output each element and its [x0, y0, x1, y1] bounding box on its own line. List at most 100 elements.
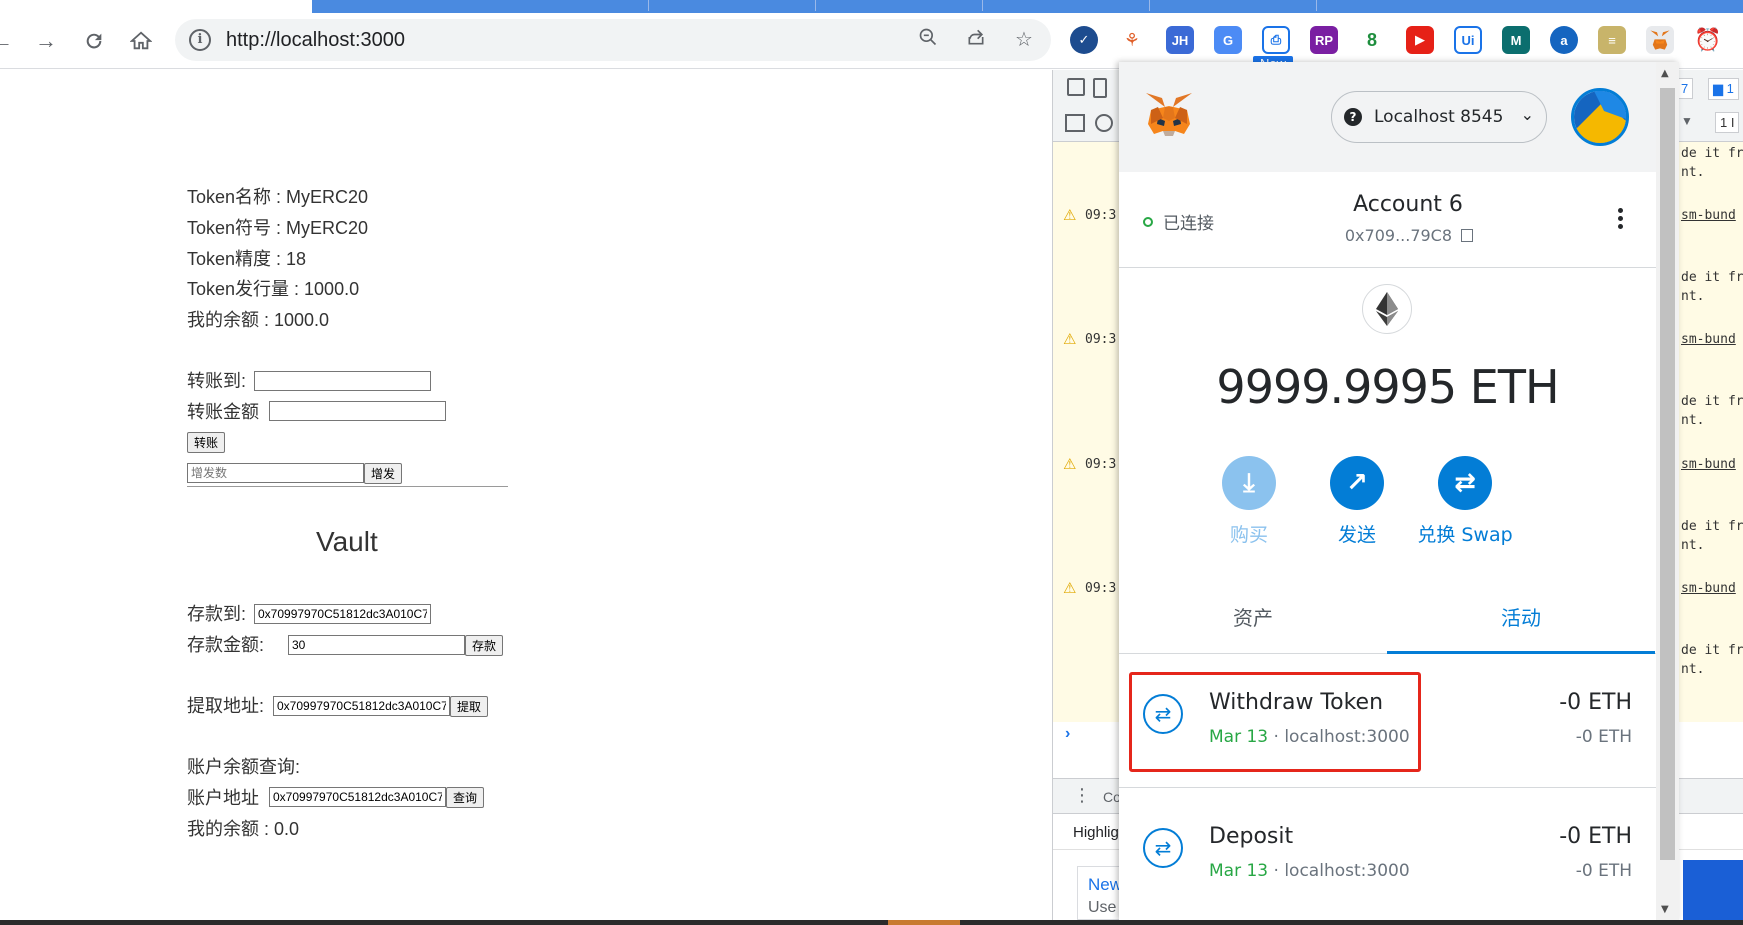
my-balance-text: 我的余额 : 1000.0	[187, 310, 330, 330]
levels-dropdown-icon[interactable]: ▼	[1681, 114, 1693, 128]
tab-group[interactable]	[484, 0, 1743, 13]
alarm-clock-icon[interactable]: ⏰	[1694, 26, 1722, 54]
account-avatar[interactable]	[1571, 88, 1629, 146]
device-toolbar-icon[interactable]	[1093, 78, 1107, 98]
console-source-link[interactable]: sm-bund	[1681, 332, 1736, 347]
account-address-input[interactable]	[269, 787, 446, 807]
deposit-amount-input[interactable]	[288, 635, 465, 655]
tab-assets[interactable]: 资产	[1119, 582, 1387, 654]
transaction-origin: · localhost:3000	[1268, 861, 1410, 881]
extension-notes-icon[interactable]: ≡	[1598, 26, 1626, 54]
send-button[interactable]: ↗ 发送	[1297, 456, 1417, 547]
deposit-to-input[interactable]	[254, 604, 431, 624]
zoom-icon[interactable]	[915, 27, 941, 53]
back-icon[interactable]: ←	[0, 25, 18, 57]
extension-youtube-icon[interactable]: ▶	[1406, 26, 1434, 54]
extension-8-icon[interactable]: 8	[1358, 26, 1386, 54]
console-text: de it fr	[1681, 643, 1743, 658]
tab-separator	[815, 0, 816, 11]
console-text: de it fr	[1681, 146, 1743, 161]
extension-tree-icon[interactable]: ⚘	[1118, 26, 1146, 54]
withdraw-address-input[interactable]	[273, 696, 450, 716]
contract-interaction-icon: ⇄	[1143, 828, 1183, 868]
network-selector[interactable]: ? Localhost 8545 ⌄	[1331, 91, 1547, 143]
console-timestamp: 09:3	[1085, 581, 1117, 596]
console-text: de it fr	[1681, 394, 1743, 409]
reload-icon[interactable]	[78, 25, 110, 57]
console-link-text[interactable]: sm-bund	[1681, 208, 1736, 223]
address-bar[interactable]: i http://localhost:3000 ☆	[175, 19, 1051, 61]
forward-icon[interactable]: →	[30, 25, 62, 57]
buy-button[interactable]: ⤓ 购买	[1189, 456, 1309, 547]
copy-icon[interactable]	[1461, 229, 1474, 242]
taskbar-active-item[interactable]	[888, 920, 960, 925]
account-options-icon[interactable]	[1618, 208, 1624, 234]
scroll-down-icon[interactable]: ▼	[1661, 904, 1669, 915]
extension-ui-icon[interactable]: Ui	[1454, 26, 1482, 54]
send-label: 发送	[1337, 524, 1376, 546]
scrollbar[interactable]: ▲ ▼	[1656, 62, 1679, 920]
token-decimals-text: Token精度 : 18	[187, 249, 307, 269]
transaction-fiat-amount: -0 ETH	[1575, 861, 1632, 881]
extension-m-icon[interactable]: M	[1502, 26, 1530, 54]
console-link-text[interactable]: sm-bund	[1681, 457, 1736, 472]
filter-count[interactable]: 1 I	[1715, 112, 1740, 133]
chevron-down-icon: ⌄	[1520, 105, 1534, 124]
mint-amount-input[interactable]	[187, 463, 364, 483]
connected-label: 已连接	[1163, 214, 1214, 234]
tab-separator	[1316, 0, 1317, 11]
inspect-icon[interactable]	[1067, 78, 1085, 96]
deposit-button[interactable]: 存款	[465, 635, 504, 656]
query-button[interactable]: 查询	[446, 787, 485, 808]
transfer-amount-label: 转账金额	[187, 402, 259, 422]
transfer-to-input[interactable]	[254, 371, 431, 391]
extension-check-icon[interactable]: ✓	[1070, 26, 1098, 54]
console-prompt-icon[interactable]: ›	[1065, 725, 1070, 743]
extension-rp-icon[interactable]: RP	[1310, 26, 1338, 54]
swap-button[interactable]: ⇄ 兑换 Swap	[1405, 456, 1525, 547]
bookmark-star-icon[interactable]: ☆	[1011, 27, 1037, 53]
console-link-text[interactable]: sm-bund	[1681, 581, 1736, 596]
account-address-text[interactable]: 0x709...79C8	[1345, 226, 1452, 245]
extension-a-icon[interactable]: a	[1550, 26, 1578, 54]
tab-activity[interactable]: 活动	[1387, 582, 1655, 654]
home-icon[interactable]	[125, 25, 157, 57]
sidebar-toggle-icon[interactable]	[1065, 114, 1085, 132]
console-link-text[interactable]: sm-bund	[1681, 332, 1736, 347]
connected-status[interactable]: 已连接	[1143, 209, 1214, 234]
extension-jh-icon[interactable]: JH	[1166, 26, 1194, 54]
transfer-button[interactable]: 转账	[187, 432, 226, 453]
tab-inactive[interactable]	[312, 0, 484, 13]
site-info-icon[interactable]: i	[189, 29, 211, 51]
console-text: nt.	[1681, 413, 1705, 428]
drawer-menu-icon[interactable]: ⋮	[1073, 785, 1091, 806]
send-arrow-icon: ↗	[1330, 456, 1384, 510]
metamask-extension-icon[interactable]	[1646, 26, 1674, 54]
divider	[187, 486, 508, 487]
clear-console-icon[interactable]	[1095, 114, 1113, 132]
account-name[interactable]: Account 6	[1329, 192, 1487, 217]
console-source-link[interactable]: sm-bund	[1681, 581, 1736, 596]
extension-translate-icon[interactable]: G	[1214, 26, 1242, 54]
transaction-item[interactable]: ⇄ Withdraw Token Mar 13 · localhost:3000…	[1119, 654, 1656, 788]
withdraw-button[interactable]: 提取	[450, 696, 489, 717]
console-source-link[interactable]: sm-bund	[1681, 457, 1736, 472]
mint-button[interactable]: 增发	[364, 463, 403, 484]
tab-strip	[0, 0, 1743, 13]
transaction-item[interactable]: ⇄ Deposit Mar 13 · localhost:3000 -0 ETH…	[1119, 788, 1656, 920]
tab-separator	[648, 0, 649, 11]
share-icon[interactable]	[963, 27, 989, 53]
url-text[interactable]: http://localhost:3000	[226, 29, 405, 52]
whats-new-title[interactable]: New	[1088, 875, 1122, 895]
extension-new-icon[interactable]: ⎙	[1262, 26, 1290, 54]
messages-count[interactable]: ▆ 1	[1708, 78, 1739, 100]
tab-active[interactable]	[0, 0, 312, 13]
console-text: nt.	[1681, 289, 1705, 304]
metamask-fox-logo[interactable]	[1143, 90, 1195, 142]
console-timestamp: 09:3	[1085, 208, 1117, 223]
transfer-amount-input[interactable]	[269, 401, 446, 421]
scroll-up-icon[interactable]: ▲	[1661, 68, 1669, 79]
account-address[interactable]: 0x709...79C8	[1319, 226, 1499, 245]
console-source-link[interactable]: sm-bund	[1681, 208, 1736, 223]
scrollbar-thumb[interactable]	[1660, 88, 1675, 860]
